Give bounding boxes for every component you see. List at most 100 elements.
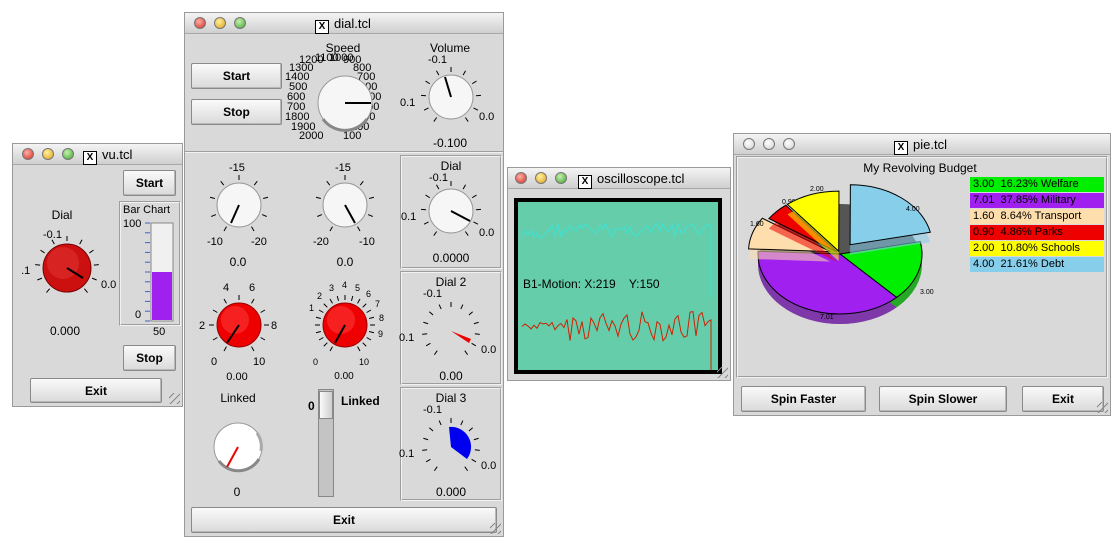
dial3-tick <box>474 449 480 451</box>
dial3-tick <box>473 437 479 441</box>
dial-titlebar[interactable]: Xdial.tcl <box>185 13 503 34</box>
linked-dial[interactable] <box>205 411 271 483</box>
resize-grip[interactable] <box>717 367 728 378</box>
volume-dial[interactable]: -0.1 0.1 0.0 <box>395 53 500 133</box>
dial-exit-button[interactable]: Exit <box>191 507 497 533</box>
vu-tick <box>35 264 41 266</box>
knob2[interactable]: -15 -20 -10 <box>305 161 385 251</box>
vu-tick <box>79 239 83 245</box>
knob1-tick <box>251 226 255 232</box>
dial3[interactable]: -0.1 0.1 0.0 <box>399 403 501 483</box>
knob2-left: -20 <box>313 236 329 248</box>
dial-panel-tick <box>423 221 429 225</box>
close-button[interactable] <box>22 148 34 160</box>
resize-grip[interactable] <box>169 393 180 404</box>
dial2-min: -0.1 <box>423 288 442 300</box>
legend-label: Debt <box>1040 258 1065 270</box>
knob1[interactable]: -15 -10 -20 <box>199 161 279 251</box>
minimize-button[interactable] <box>535 172 547 184</box>
red2-tick <box>329 298 333 304</box>
dial3-wedge <box>449 426 472 459</box>
divider <box>185 151 503 153</box>
volume-tick <box>425 80 431 85</box>
minimize-button[interactable] <box>214 17 226 29</box>
resize-grip[interactable] <box>490 523 501 534</box>
bar-top-label: 100 <box>123 218 141 230</box>
red1-tick <box>251 298 255 304</box>
zoom-button[interactable] <box>234 17 246 29</box>
zoom-button[interactable] <box>555 172 567 184</box>
vu-stop-button[interactable]: Stop <box>123 345 176 371</box>
pie-chart[interactable]: 3.007.011.600.902.004.00 <box>738 174 974 374</box>
red2-tick <box>323 303 328 308</box>
pie-exit-button[interactable]: Exit <box>1022 386 1104 412</box>
bar-fill <box>152 272 172 320</box>
close-button[interactable] <box>194 17 206 29</box>
dial2-ticks <box>422 302 480 356</box>
vu-start-button[interactable]: Start <box>123 170 176 196</box>
legend-value: 2.00 <box>973 242 995 254</box>
red-knob-1[interactable]: 4 6 2 8 0 10 <box>197 281 281 367</box>
red2-tick <box>369 330 375 334</box>
red2-tick-label: 9 <box>378 329 383 339</box>
dial-start-button[interactable]: Start <box>191 63 282 89</box>
red1-tick-10: 10 <box>253 356 265 367</box>
dial-window: Xdial.tcl Start Stop Speed 1200 1100 1000 9… <box>184 12 504 537</box>
pie-chart-title: My Revolving Budget <box>863 161 977 175</box>
pie-slice-label: 4.00 <box>906 206 920 213</box>
speed-dial[interactable]: 1200110010009001300 8001400 700500 600600 50… <box>285 53 407 149</box>
vu-dial[interactable]: -0.1 0.1 0.0 <box>21 226 126 306</box>
red2-tick <box>315 330 321 334</box>
x11-icon: X <box>578 175 592 189</box>
legend-row: 7.01 37.85% Military <box>970 193 1104 208</box>
window-title: Xpie.tcl <box>894 137 947 155</box>
osc-titlebar[interactable]: Xoscilloscope.tcl <box>508 168 730 189</box>
close-button[interactable] <box>743 138 755 150</box>
vu-tick <box>93 264 99 266</box>
legend-label: Schools <box>1040 242 1081 254</box>
resize-grip[interactable] <box>1097 402 1108 413</box>
dial2-tick <box>468 311 473 316</box>
scale-label: Linked <box>341 394 380 408</box>
dial3-value: 0.000 <box>435 485 467 499</box>
spin-faster-button[interactable]: Spin Faster <box>741 386 866 412</box>
knob1-right: -20 <box>251 236 267 248</box>
vu-dial-highlight <box>47 247 79 279</box>
legend-value: 4.00 <box>973 258 995 270</box>
dial2-needle <box>451 331 471 343</box>
knob1-top: -15 <box>229 162 245 174</box>
oscilloscope-canvas[interactable]: B1-Motion: X:219 Y:150 <box>514 198 722 374</box>
close-button[interactable] <box>515 172 527 184</box>
legend-percent: 8.64% <box>994 210 1035 222</box>
volume-value: -0.100 <box>432 136 468 150</box>
dial2-tick <box>423 321 429 325</box>
minimize-button[interactable] <box>763 138 775 150</box>
red-knob-2[interactable]: 3 4 56271890 10 <box>303 281 387 367</box>
dial2[interactable]: -0.1 0.1 0.0 <box>399 287 501 367</box>
knob2-right: -10 <box>359 236 375 248</box>
volume-tick <box>464 117 469 122</box>
zoom-button[interactable] <box>783 138 795 150</box>
spin-slower-button[interactable]: Spin Slower <box>879 386 1007 412</box>
knob2-top: -15 <box>335 162 351 174</box>
red2-tick <box>350 295 354 301</box>
red2-tick <box>366 337 372 341</box>
knob1-left: -10 <box>207 236 223 248</box>
vu-exit-button[interactable]: Exit <box>30 378 162 403</box>
dial-stop-button[interactable]: Stop <box>191 99 282 125</box>
vu-title-text: vu.tcl <box>102 147 133 162</box>
linked-scale-slider[interactable] <box>319 391 333 419</box>
legend-value: 7.01 <box>973 194 995 206</box>
vu-titlebar[interactable]: Xvu.tcl <box>13 144 182 165</box>
zoom-button[interactable] <box>62 148 74 160</box>
pie-slice-label: 7.01 <box>820 314 834 321</box>
red1-tick <box>212 309 218 313</box>
speed-tick-label: 2000 <box>299 130 323 142</box>
vu-tick <box>46 288 51 293</box>
dial-panel-dial[interactable]: -0.1 0.1 0.0 <box>399 171 501 247</box>
minimize-button[interactable] <box>42 148 54 160</box>
legend-row: 2.00 10.80% Schools <box>970 241 1104 256</box>
x11-icon: X <box>315 20 329 34</box>
dial-panel-tick <box>425 194 431 199</box>
pie-titlebar[interactable]: Xpie.tcl <box>734 134 1110 155</box>
